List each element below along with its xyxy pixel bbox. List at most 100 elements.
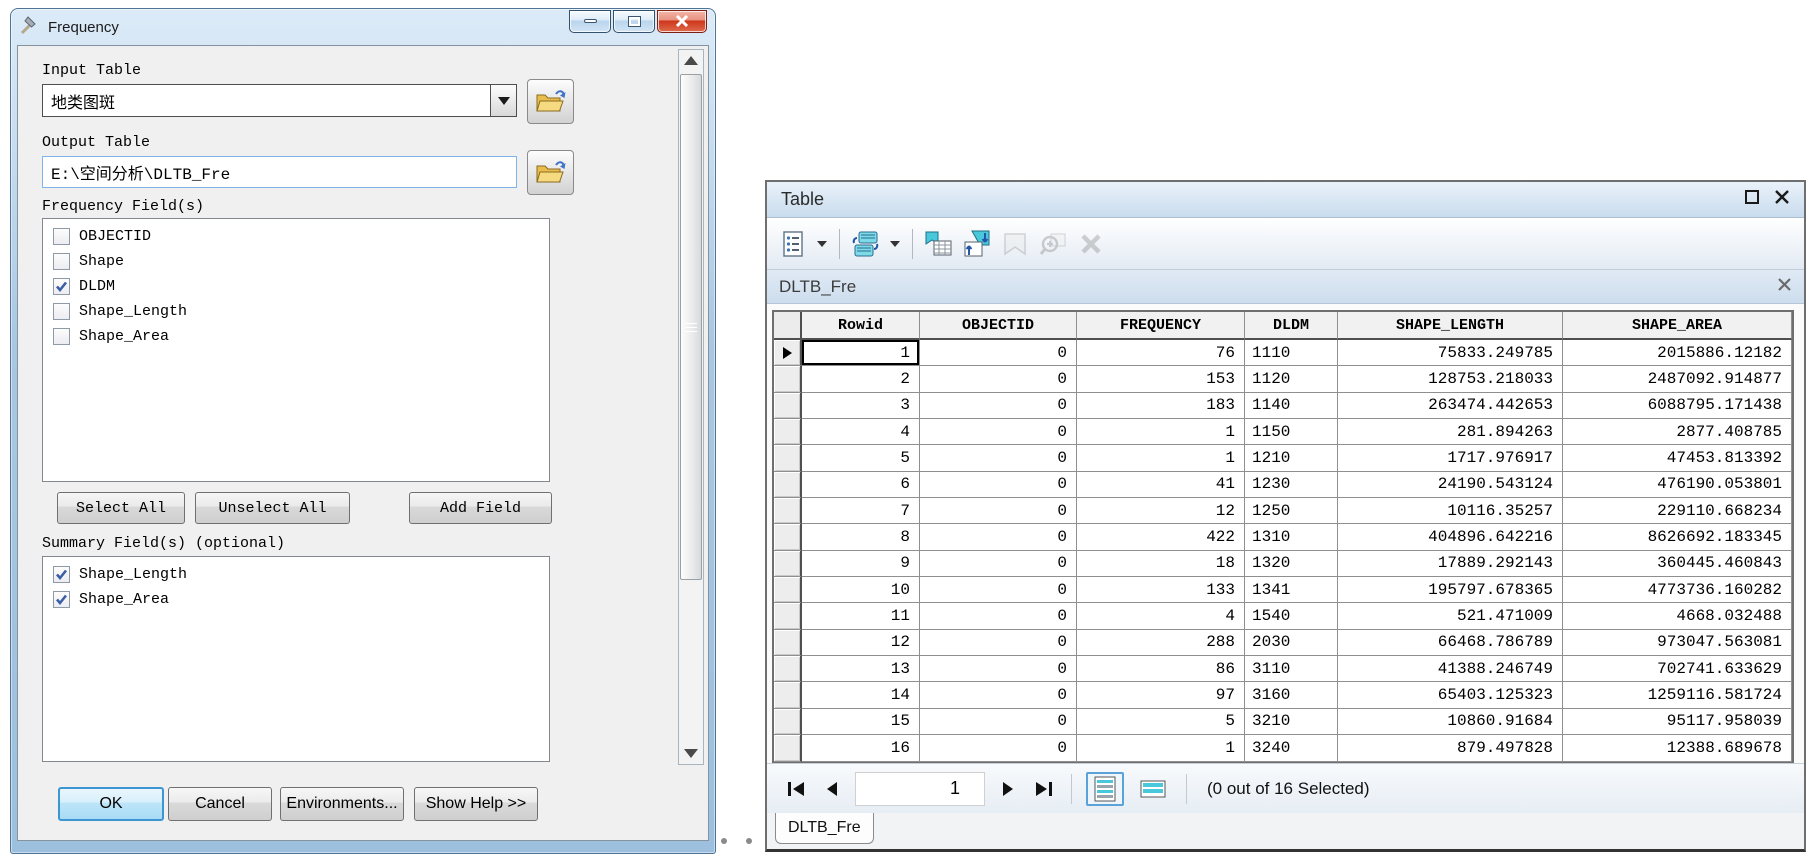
table-cell[interactable]: 1110 bbox=[1245, 340, 1338, 367]
field-row[interactable]: Shape bbox=[53, 249, 549, 274]
checkbox[interactable] bbox=[53, 566, 70, 583]
table-cell[interactable]: 1140 bbox=[1245, 392, 1338, 420]
row-header[interactable] bbox=[774, 445, 802, 472]
table-options-icon[interactable] bbox=[777, 227, 809, 261]
table-cell[interactable]: 97 bbox=[1077, 682, 1245, 709]
table-cell[interactable]: 4773736.160282 bbox=[1563, 577, 1792, 604]
checkbox[interactable] bbox=[53, 328, 70, 345]
field-row[interactable]: DLDM bbox=[53, 274, 549, 299]
table-cell[interactable]: 133 bbox=[1077, 577, 1245, 604]
table-cell[interactable]: 1230 bbox=[1245, 471, 1338, 499]
table-cell[interactable]: 0 bbox=[920, 498, 1077, 525]
maximize-button[interactable] bbox=[613, 9, 655, 33]
table-cell[interactable]: 17889.292143 bbox=[1338, 550, 1563, 578]
table-cell[interactable]: 0 bbox=[920, 629, 1077, 657]
table-cell[interactable]: 0 bbox=[920, 735, 1077, 762]
table-cell[interactable]: 1259116.581724 bbox=[1563, 682, 1792, 709]
row-header[interactable] bbox=[774, 471, 802, 499]
table-cell[interactable]: 10 bbox=[802, 577, 920, 604]
row-header[interactable] bbox=[774, 498, 802, 525]
row-header[interactable] bbox=[774, 603, 802, 630]
table-cell[interactable]: 13 bbox=[802, 656, 920, 683]
row-header[interactable] bbox=[774, 340, 802, 367]
scroll-up-icon[interactable] bbox=[684, 56, 698, 65]
table-cell[interactable]: 6088795.171438 bbox=[1563, 392, 1792, 420]
row-header[interactable] bbox=[774, 708, 802, 736]
table-cell[interactable]: 3110 bbox=[1245, 656, 1338, 683]
table-cell[interactable]: 66468.786789 bbox=[1338, 629, 1563, 657]
column-header[interactable]: SHAPE_LENGTH bbox=[1338, 312, 1563, 340]
table-sheet-header[interactable]: DLTB_Fre bbox=[767, 270, 1804, 304]
scrollbar-thumb[interactable] bbox=[680, 74, 702, 580]
field-row[interactable]: Shape_Area bbox=[53, 324, 549, 349]
table-cell[interactable]: 0 bbox=[920, 603, 1077, 630]
unselect-all-button[interactable]: Unselect All bbox=[195, 492, 350, 524]
table-cell[interactable]: 476190.053801 bbox=[1563, 471, 1792, 499]
switch-selection-icon[interactable] bbox=[961, 227, 993, 261]
table-options-dropdown-icon[interactable] bbox=[815, 227, 829, 261]
row-header[interactable] bbox=[774, 656, 802, 683]
table-cell[interactable]: 1341 bbox=[1245, 577, 1338, 604]
table-cell[interactable]: 281.894263 bbox=[1338, 419, 1563, 446]
table-cell[interactable]: 16 bbox=[802, 735, 920, 762]
table-cell[interactable]: 1150 bbox=[1245, 419, 1338, 446]
table-cell[interactable]: 18 bbox=[1077, 550, 1245, 578]
row-header[interactable] bbox=[774, 392, 802, 420]
table-cell[interactable]: 1717.976917 bbox=[1338, 445, 1563, 472]
table-cell[interactable]: 3160 bbox=[1245, 682, 1338, 709]
table-cell[interactable]: 0 bbox=[920, 708, 1077, 736]
table-cell[interactable]: 521.471009 bbox=[1338, 603, 1563, 630]
close-sheet-icon[interactable] bbox=[1777, 277, 1792, 297]
related-tables-icon[interactable] bbox=[850, 227, 882, 261]
table-cell[interactable]: 75833.249785 bbox=[1338, 340, 1563, 367]
table-cell[interactable]: 0 bbox=[920, 471, 1077, 499]
table-cell[interactable]: 1320 bbox=[1245, 550, 1338, 578]
environments-button[interactable]: Environments... bbox=[280, 787, 404, 821]
column-header[interactable]: FREQUENCY bbox=[1077, 312, 1245, 340]
ok-button[interactable]: OK bbox=[58, 787, 164, 821]
row-header[interactable] bbox=[774, 419, 802, 446]
field-row[interactable]: Shape_Area bbox=[53, 587, 549, 612]
column-header[interactable]: SHAPE_AREA bbox=[1563, 312, 1792, 340]
table-cell[interactable]: 195797.678365 bbox=[1338, 577, 1563, 604]
table-cell[interactable]: 7 bbox=[802, 498, 920, 525]
column-header[interactable]: DLDM bbox=[1245, 312, 1338, 340]
table-cell[interactable]: 12 bbox=[802, 629, 920, 657]
table-cell[interactable]: 360445.460843 bbox=[1563, 550, 1792, 578]
table-cell[interactable]: 1 bbox=[1077, 445, 1245, 472]
table-cell[interactable]: 1540 bbox=[1245, 603, 1338, 630]
table-cell[interactable]: 1120 bbox=[1245, 366, 1338, 393]
row-header[interactable] bbox=[774, 550, 802, 578]
table-cell[interactable]: 6 bbox=[802, 471, 920, 499]
table-cell[interactable]: 1210 bbox=[1245, 445, 1338, 472]
table-cell[interactable]: 0 bbox=[920, 656, 1077, 683]
select-by-attributes-icon[interactable] bbox=[923, 227, 955, 261]
next-record-button[interactable] bbox=[995, 776, 1021, 802]
table-cell[interactable]: 229110.668234 bbox=[1563, 498, 1792, 525]
table-cell[interactable]: 65403.125323 bbox=[1338, 682, 1563, 709]
zoom-to-selected-icon[interactable] bbox=[1037, 227, 1069, 261]
delete-selected-icon[interactable] bbox=[1075, 227, 1107, 261]
first-record-button[interactable] bbox=[783, 776, 809, 802]
input-table-combobox[interactable]: 地类图斑 bbox=[42, 84, 517, 117]
current-record-input[interactable] bbox=[855, 771, 985, 806]
frequency-dialog-titlebar[interactable]: Frequency bbox=[11, 9, 715, 45]
table-cell[interactable]: 11 bbox=[802, 603, 920, 630]
close-button[interactable] bbox=[657, 9, 707, 33]
column-header[interactable]: OBJECTID bbox=[920, 312, 1077, 340]
table-cell[interactable]: 702741.633629 bbox=[1563, 656, 1792, 683]
table-cell[interactable]: 86 bbox=[1077, 656, 1245, 683]
table-cell[interactable]: 10860.91684 bbox=[1338, 708, 1563, 736]
table-cell[interactable]: 3210 bbox=[1245, 708, 1338, 736]
table-cell[interactable]: 3240 bbox=[1245, 735, 1338, 762]
table-cell[interactable]: 24190.543124 bbox=[1338, 471, 1563, 499]
column-header[interactable]: Rowid bbox=[802, 312, 920, 340]
table-cell[interactable]: 2015886.12182 bbox=[1563, 340, 1792, 367]
last-record-button[interactable] bbox=[1031, 776, 1057, 802]
output-table-input[interactable] bbox=[42, 156, 517, 188]
table-cell[interactable]: 2030 bbox=[1245, 629, 1338, 657]
table-cell[interactable]: 1 bbox=[1077, 735, 1245, 762]
table-cell[interactable]: 2 bbox=[802, 366, 920, 393]
field-row[interactable]: OBJECTID bbox=[53, 224, 549, 249]
row-header[interactable] bbox=[774, 682, 802, 709]
